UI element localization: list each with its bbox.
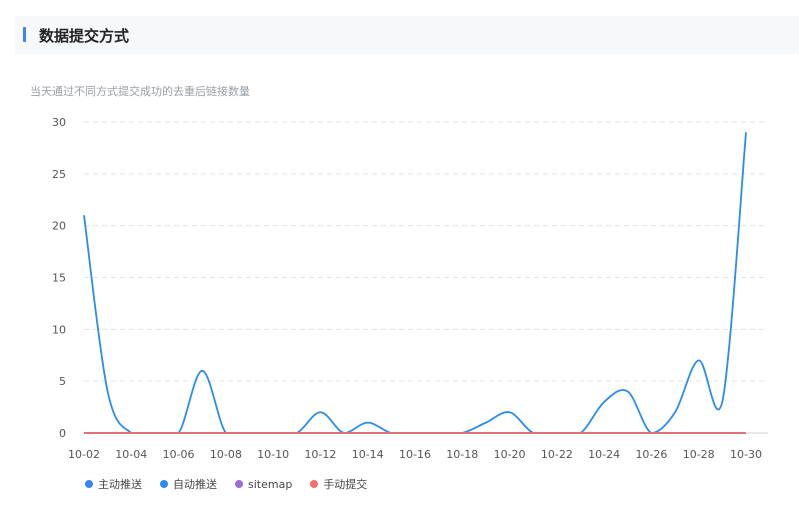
x-tick-label: 10-04 <box>115 448 147 461</box>
line-chart: 0 5 10 15 20 25 30 10-02 10-04 10-06 10-08 10-10 10-… <box>52 116 768 461</box>
y-tick-label: 0 <box>59 427 66 440</box>
y-tick-label: 15 <box>52 272 66 285</box>
chart-legend: 主动推送 自动推送 sitemap 手动提交 <box>85 476 367 492</box>
y-tick-label: 10 <box>52 323 66 336</box>
legend-label: 手动提交 <box>323 478 368 491</box>
x-tick-label: 10-30 <box>730 448 762 461</box>
x-tick-label: 10-06 <box>163 448 195 461</box>
x-tick-label: 10-20 <box>494 448 526 461</box>
x-tick-label: 10-08 <box>210 448 242 461</box>
legend-label: sitemap <box>248 477 293 491</box>
legend-label: 自动推送 <box>173 478 217 491</box>
series-line-1 <box>83 132 747 434</box>
x-tick-label: 10-16 <box>399 448 431 461</box>
x-tick-label: 10-18 <box>446 448 478 461</box>
legend-marker <box>85 480 93 488</box>
legend-marker <box>310 480 319 488</box>
x-tick-label: 10-28 <box>683 448 715 461</box>
legend-label: 主动推送 <box>98 478 142 491</box>
x-tick-label: 10-02 <box>68 448 100 461</box>
legend-marker <box>235 480 243 488</box>
legend-item[interactable]: 手动提交 <box>310 476 367 492</box>
y-tick-label: 30 <box>52 116 66 129</box>
header-accent-bar <box>23 27 26 42</box>
x-tick-label: 10-22 <box>541 448 573 461</box>
y-tick-label: 20 <box>52 220 66 233</box>
legend-item[interactable]: 自动推送 <box>160 476 217 492</box>
x-tick-label: 10-12 <box>304 448 336 461</box>
y-tick-label: 25 <box>52 168 66 181</box>
legend-item[interactable]: sitemap <box>235 476 292 492</box>
section-header: 数据提交方式 <box>15 16 799 54</box>
x-tick-label: 10-24 <box>588 448 620 461</box>
x-tick-label: 10-14 <box>352 448 384 461</box>
legend-marker <box>160 480 168 488</box>
section-title: 数据提交方式 <box>39 27 130 45</box>
legend-item[interactable]: 主动推送 <box>85 476 142 492</box>
x-tick-label: 10-26 <box>635 448 667 461</box>
chart-subtitle: 当天通过不同方式提交成功的去重后链接数量 <box>30 85 250 98</box>
y-tick-label: 5 <box>59 375 66 388</box>
x-tick-label: 10-10 <box>257 448 289 461</box>
